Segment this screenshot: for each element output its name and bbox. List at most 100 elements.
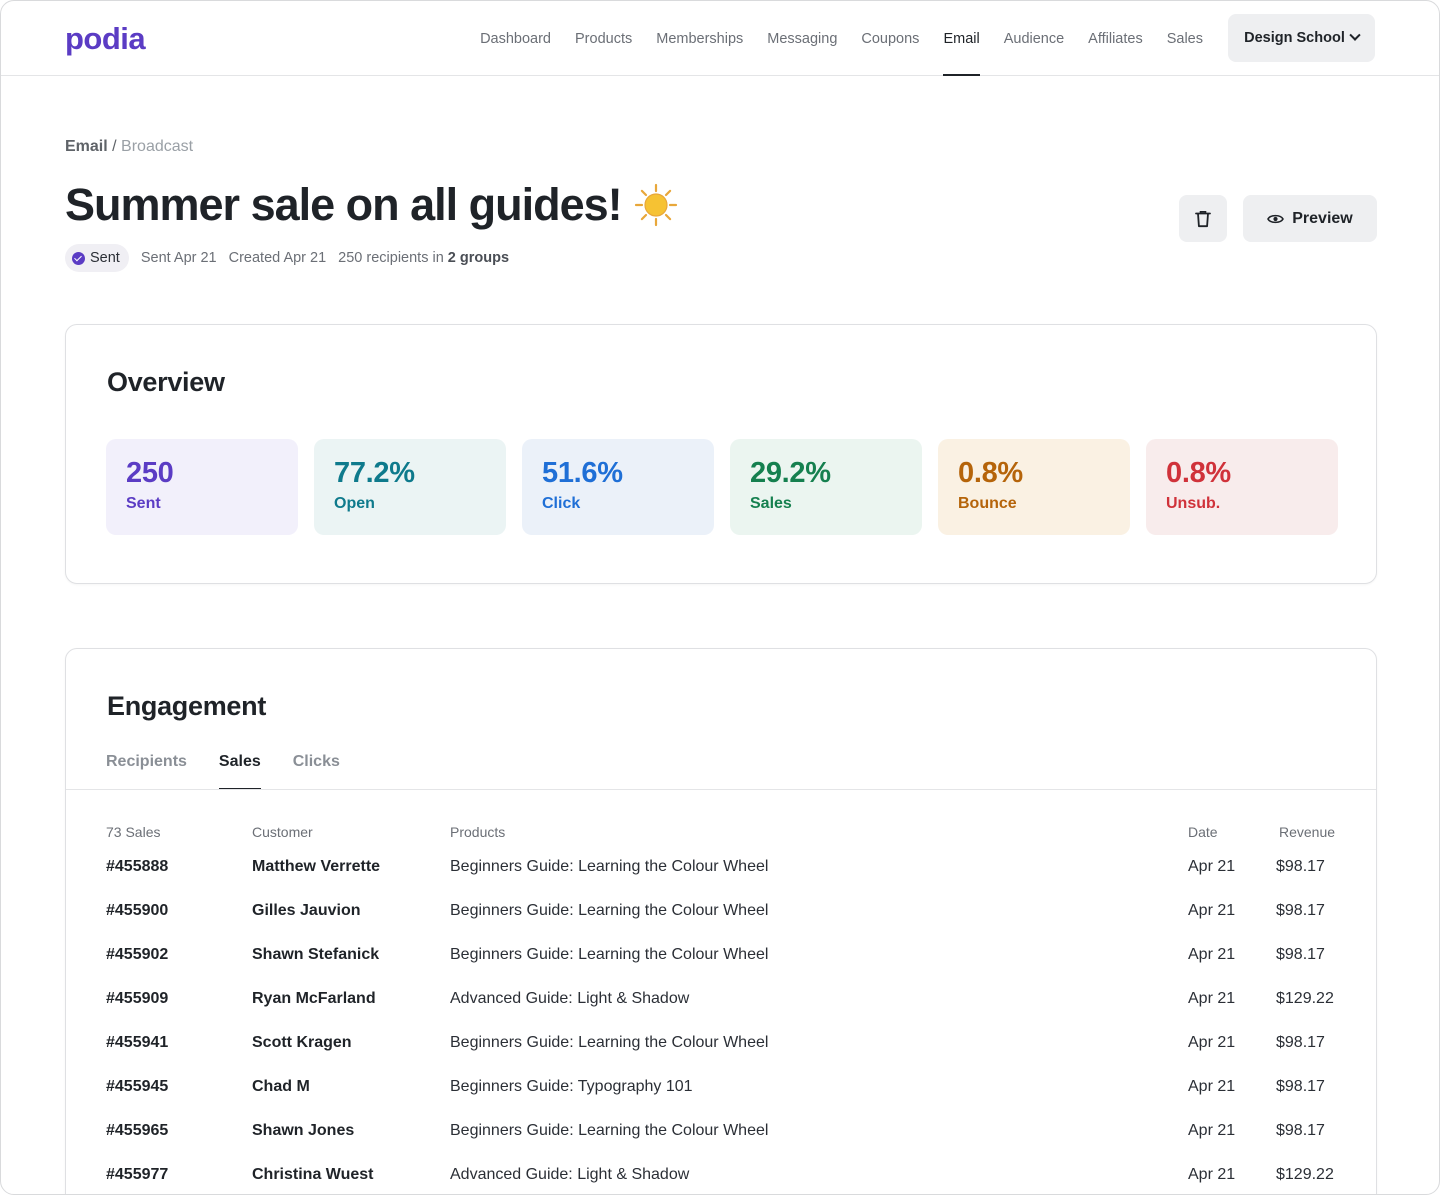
customer-name[interactable]: Matthew Verrette: [252, 854, 380, 880]
tabs-divider: [66, 789, 1376, 790]
order-id[interactable]: #455965: [106, 1118, 168, 1144]
sale-date: Apr 21: [1188, 946, 1236, 963]
stat-value: 0.8%: [958, 457, 1023, 489]
breadcrumb-separator: /: [112, 138, 117, 155]
customer-name[interactable]: Christina Wuest: [252, 1162, 374, 1188]
delete-button[interactable]: [1179, 195, 1227, 242]
check-circle-icon: [72, 251, 85, 265]
breadcrumb-email[interactable]: Email: [65, 138, 108, 155]
tab-recipients[interactable]: Recipients: [106, 753, 187, 790]
nav-email[interactable]: Email: [943, 1, 980, 76]
stat-sent: 250 Sent: [106, 439, 298, 535]
order-id[interactable]: #455941: [106, 1030, 168, 1056]
nav-messaging[interactable]: Messaging: [767, 1, 837, 76]
stat-label: Unsub.: [1166, 495, 1221, 512]
customer-name[interactable]: Shawn Stefanick: [252, 942, 379, 968]
nav-affiliates[interactable]: Affiliates: [1088, 1, 1143, 76]
order-id[interactable]: #455945: [106, 1074, 168, 1100]
product-name: Beginners Guide: Learning the Colour Whe…: [450, 858, 769, 875]
table-row[interactable]: #455945 Chad M Beginners Guide: Typograp…: [106, 1065, 1338, 1109]
engagement-card: Engagement Recipients Sales Clicks 73 Sa…: [65, 648, 1377, 1194]
nav-dashboard[interactable]: Dashboard: [480, 1, 551, 76]
nav-coupons[interactable]: Coupons: [861, 1, 919, 76]
eye-icon: [1267, 214, 1285, 223]
product-name: Advanced Guide: Light & Shadow: [450, 990, 690, 1007]
tab-sales[interactable]: Sales: [218, 753, 261, 790]
customer-name[interactable]: Ryan McFarland: [252, 986, 376, 1012]
sales-table: 73 Sales Customer Products Date Revenue …: [106, 819, 1338, 1194]
status-badge: Sent: [65, 244, 129, 272]
stat-value: 0.8%: [1166, 457, 1231, 489]
tab-clicks[interactable]: Clicks: [293, 753, 340, 790]
app-window: podia Dashboard Products Memberships Mes…: [0, 0, 1440, 1195]
stat-label: Sales: [750, 495, 792, 512]
breadcrumb-broadcast: Broadcast: [121, 138, 194, 155]
table-row[interactable]: #455902 Shawn Stefanick Beginners Guide:…: [106, 933, 1338, 977]
stat-value: 77.2%: [334, 457, 415, 489]
customer-name[interactable]: Chad M: [252, 1074, 310, 1100]
page-title: Summer sale on all guides!: [65, 179, 678, 231]
engagement-title: Engagement: [107, 691, 267, 721]
product-name: Beginners Guide: Typography 101: [450, 1078, 693, 1095]
sale-date: Apr 21: [1188, 1078, 1236, 1095]
order-id[interactable]: #455888: [106, 854, 168, 880]
product-name: Beginners Guide: Learning the Colour Whe…: [450, 1122, 769, 1139]
created-date: Created Apr 21: [228, 250, 327, 266]
status-badge-label: Sent: [90, 250, 120, 266]
stat-label: Sent: [126, 495, 161, 512]
customer-name[interactable]: Scott Kragen: [252, 1030, 352, 1056]
column-header-count: 73 Sales: [106, 824, 161, 840]
sale-revenue: $98.17: [1276, 1034, 1325, 1051]
chevron-down-icon: [1349, 29, 1361, 41]
sale-revenue: $98.17: [1276, 946, 1325, 963]
account-switcher-button[interactable]: Design School: [1228, 14, 1375, 62]
product-name: Advanced Guide: Light & Shadow: [450, 1166, 690, 1183]
account-name: Design School: [1244, 30, 1345, 46]
customer-name[interactable]: Shawn Jones: [252, 1118, 354, 1144]
product-name: Beginners Guide: Learning the Colour Whe…: [450, 946, 769, 963]
nav-products[interactable]: Products: [575, 1, 632, 76]
order-id[interactable]: #455977: [106, 1162, 168, 1188]
order-id[interactable]: #455900: [106, 898, 168, 924]
table-row[interactable]: #455941 Scott Kragen Beginners Guide: Le…: [106, 1021, 1338, 1065]
table-row[interactable]: #455900 Gilles Jauvion Beginners Guide: …: [106, 889, 1338, 933]
sale-date: Apr 21: [1188, 858, 1236, 875]
stat-click: 51.6% Click: [522, 439, 714, 535]
overview-title: Overview: [107, 367, 225, 397]
stat-unsubscribe: 0.8% Unsub.: [1146, 439, 1338, 535]
sale-revenue: $98.17: [1276, 1078, 1325, 1095]
engagement-tabs: Recipients Sales Clicks: [106, 753, 340, 790]
customer-name[interactable]: Gilles Jauvion: [252, 898, 360, 924]
nav-audience[interactable]: Audience: [1004, 1, 1064, 76]
column-header-date: Date: [1188, 824, 1218, 840]
nav-memberships[interactable]: Memberships: [656, 1, 743, 76]
stat-open: 77.2% Open: [314, 439, 506, 535]
sale-revenue: $98.17: [1276, 902, 1325, 919]
recipient-groups-link[interactable]: 2 groups: [448, 250, 509, 266]
sale-revenue: $129.22: [1276, 1166, 1334, 1183]
nav-sales[interactable]: Sales: [1167, 1, 1203, 76]
page-title-text: Summer sale on all guides!: [65, 179, 623, 230]
order-id[interactable]: #455902: [106, 942, 168, 968]
table-row[interactable]: #455965 Shawn Jones Beginners Guide: Lea…: [106, 1109, 1338, 1153]
sale-date: Apr 21: [1188, 990, 1236, 1007]
order-id[interactable]: #455909: [106, 986, 168, 1012]
podia-logo[interactable]: podia: [65, 21, 146, 57]
trash-icon: [1195, 210, 1211, 227]
main-nav: Dashboard Products Memberships Messaging…: [480, 1, 1203, 76]
preview-button[interactable]: Preview: [1243, 195, 1377, 242]
product-name: Beginners Guide: Learning the Colour Whe…: [450, 902, 769, 919]
broadcast-meta: Sent Sent Apr 21 Created Apr 21 250 reci…: [65, 244, 509, 272]
stat-value: 51.6%: [542, 457, 623, 489]
table-row[interactable]: #455909 Ryan McFarland Advanced Guide: L…: [106, 977, 1338, 1021]
stat-bounce: 0.8% Bounce: [938, 439, 1130, 535]
table-row[interactable]: #455888 Matthew Verrette Beginners Guide…: [106, 845, 1338, 889]
overview-card: Overview 250 Sent 77.2% Open 51.6% Click…: [65, 324, 1377, 584]
sale-date: Apr 21: [1188, 1166, 1236, 1183]
overview-stats: 250 Sent 77.2% Open 51.6% Click 29.2% Sa…: [106, 439, 1338, 535]
table-header: 73 Sales Customer Products Date Revenue: [106, 819, 1338, 845]
sale-revenue: $129.22: [1276, 990, 1334, 1007]
stat-sales: 29.2% Sales: [730, 439, 922, 535]
table-row[interactable]: #455977 Christina Wuest Advanced Guide: …: [106, 1153, 1338, 1194]
sale-date: Apr 21: [1188, 1122, 1236, 1139]
